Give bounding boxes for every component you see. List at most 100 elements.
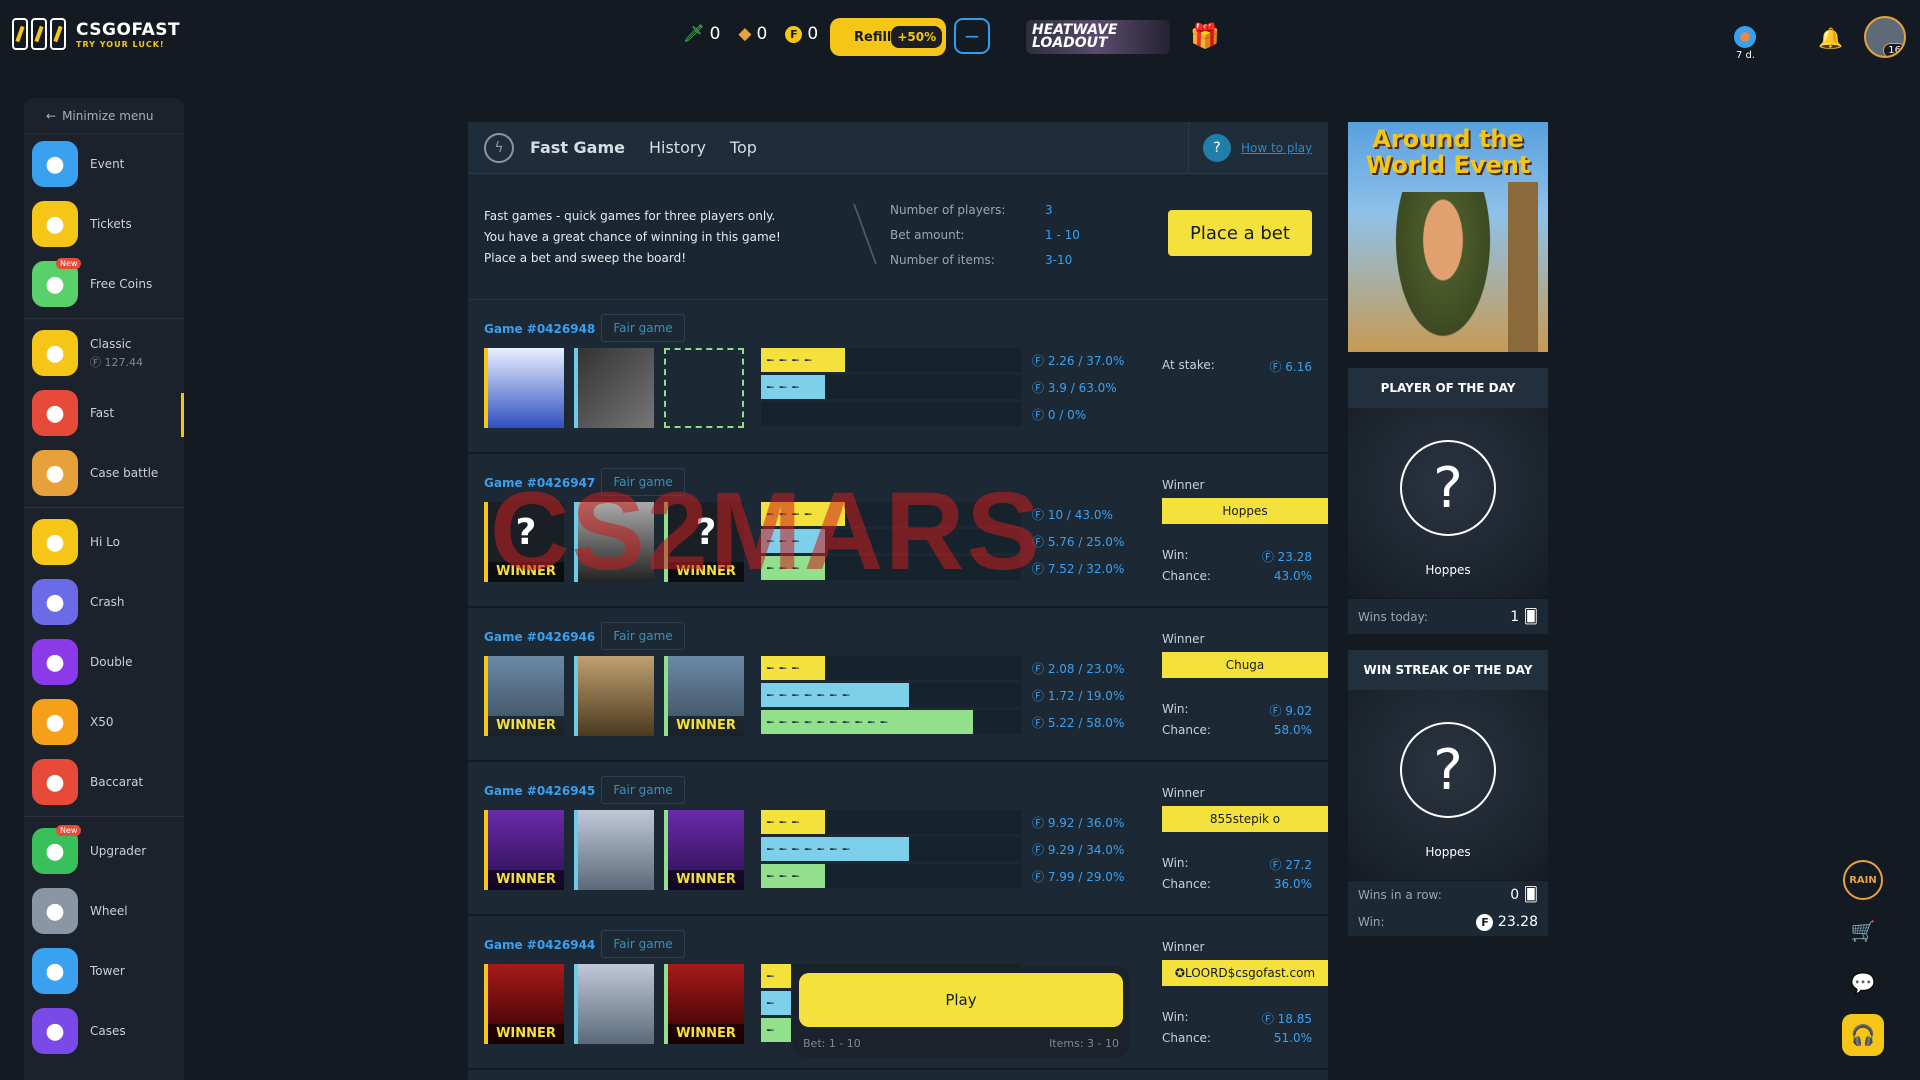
sidebar-item-upgrader[interactable]: ● Upgrader New [24,821,184,881]
player-avatar[interactable] [484,348,564,428]
tab-history[interactable]: History [649,138,706,157]
player-avatar[interactable]: WINNER [484,810,564,890]
players: WINNER WINNER [484,656,744,736]
how-to-play[interactable]: ? How to play [1188,122,1328,174]
game-id[interactable]: Game #0426945 [484,784,595,798]
fair-game-button[interactable]: Fair game [601,468,685,496]
refill-button[interactable]: Refill +50% [830,18,946,56]
promo-banner[interactable]: HEATWAVE LOADOUT [1026,20,1170,54]
sidebar-item-cases[interactable]: ● Cases [24,1001,184,1061]
player-avatar[interactable]: ? WINNER [664,502,744,582]
rain-button[interactable]: RAIN [1843,860,1883,900]
winner-name[interactable]: 855stepik o [1162,806,1328,832]
weapon-icon: ╾ [767,353,774,367]
items-range: 3-10 [1045,253,1073,267]
weapon-icon: ╾ [792,353,799,367]
weapon-icon: ╾ [830,688,837,702]
event-banner[interactable]: Around the World Event [1348,122,1548,352]
player-avatar[interactable]: WINNER [484,656,564,736]
fair-game-button[interactable]: Fair game [601,622,685,650]
winner-tag: WINNER [668,562,744,582]
how-to-play-link[interactable]: How to play [1241,141,1312,155]
event-title: Around the World Event [1365,125,1531,179]
support-icon[interactable]: 🎧 [1842,1014,1884,1056]
player-avatar[interactable]: ? WINNER [484,502,564,582]
bet-range: 1 - 10 [1045,228,1080,242]
player-stats: Ⓕ 2.26 / 37.0% Ⓕ 3.9 / 63.0% Ⓕ 0 / 0% [1032,348,1124,429]
player-avatar[interactable] [574,810,654,890]
sidebar-item-x50[interactable]: ● X50 [24,692,184,752]
player-avatar[interactable]: WINNER [484,964,564,1044]
item-bar: ╾ ╾ ╾ ╾ ╾ ╾ ╾ [761,837,909,861]
item-row: ╾ ╾ ╾ [761,375,1021,399]
item-bar: ╾ ╾ ╾ [761,375,825,399]
player-avatar[interactable]: WINNER [664,964,744,1044]
rain-timer: 7 d. [1736,50,1756,61]
player-stat: Ⓕ 1.72 / 19.0% [1032,689,1125,703]
cart-icon[interactable]: 🛒 [1842,910,1884,952]
player-stat: Ⓕ 7.99 / 29.0% [1032,870,1125,884]
item-bar: ╾ ╾ ╾ [761,556,825,580]
item-bar: ╾ ╾ ╾ [761,656,825,680]
place-bet-button[interactable]: Place a bet [1168,210,1312,256]
rain-icon[interactable] [1734,26,1756,48]
gift-icon[interactable]: 🎁 [1190,22,1220,50]
tab-top[interactable]: Top [730,138,757,157]
player-avatar[interactable] [574,964,654,1044]
fair-game-button[interactable]: Fair game [601,930,685,958]
item-row [761,402,1021,426]
sidebar-item-tower[interactable]: ● Tower [24,941,184,1001]
player-avatar[interactable] [574,656,654,736]
winner-tag: WINNER [488,562,564,582]
player-avatar[interactable]: WINNER [664,656,744,736]
winner-tag: WINNER [668,1024,744,1044]
sidebar-item-classic[interactable]: ● Classic Ⓕ 127.44 [24,323,184,383]
sidebar-item-free-coins[interactable]: ● Free Coins New [24,254,184,314]
sidebar-item-wheel[interactable]: ● Wheel [24,881,184,941]
play-button[interactable]: Play [799,973,1123,1027]
player-stat: Ⓕ 5.76 / 25.0% [1032,535,1125,549]
player-avatar[interactable] [574,502,654,582]
fair-game-button[interactable]: Fair game [601,776,685,804]
fair-game-button[interactable]: Fair game [601,314,685,342]
tower-icon: ● [32,948,78,994]
weapon-icon: ╾ [792,561,799,575]
winner-name[interactable]: ✪LOORD$csgofast.com [1162,960,1328,986]
site-logo[interactable]: CSGOFAST TRY YOUR LUCK! [12,18,180,50]
sidebar-item-double[interactable]: ● Double [24,632,184,692]
winner-name[interactable]: Hoppes [1162,498,1328,524]
tab-fast-game[interactable]: Fast Game [530,138,625,157]
chat-icon[interactable]: 💬 [1842,962,1884,1004]
game-id[interactable]: Game #0426946 [484,630,595,644]
sidebar-item-hi-lo[interactable]: ● Hi Lo [24,512,184,572]
sidebar-item-tickets[interactable]: ● Tickets [24,194,184,254]
x50-icon: ● [32,699,78,745]
item-row: ╾ ╾ ╾ ╾ [761,348,1021,372]
player-avatar[interactable] [574,348,654,428]
player-avatar[interactable]: WINNER [664,810,744,890]
players [484,348,744,428]
player-stat: Ⓕ 9.29 / 34.0% [1032,843,1125,857]
game-id[interactable]: Game #0426944 [484,938,595,952]
sidebar-item-event[interactable]: ● Event [24,134,184,194]
play-items-range: Items: 3 - 10 [1049,1037,1119,1050]
player-of-the-day: PLAYER OF THE DAY ? Hoppes Wins today: 1… [1348,368,1548,634]
minimize-menu-button[interactable]: ← Minimize menu [24,98,184,134]
unknown-avatar-icon: ? [1400,440,1496,536]
sidebar-item-baccarat[interactable]: ● Baccarat [24,752,184,812]
game-id[interactable]: Game #0426948 [484,322,595,336]
avatar[interactable]: 16 [1864,16,1906,58]
weapon-icon: ╾ [792,534,799,548]
wins-in-row: 0 🂠 [1510,886,1538,903]
bell-icon[interactable]: 🔔 [1818,26,1843,50]
winner-name[interactable]: Chuga [1162,652,1328,678]
weapon-icon: ╾ [792,715,799,729]
sidebar-item-fast[interactable]: ● Fast [24,383,184,443]
withdraw-button[interactable]: − [954,18,990,54]
sidebar-item-case-battle[interactable]: ● Case battle [24,443,184,503]
streak-win: F 23.28 [1476,913,1538,931]
item-row: ╾ ╾ ╾ [761,529,1021,553]
game-id[interactable]: Game #0426947 [484,476,595,490]
balances: 🗡 0 ◆ 0 F0 [683,24,818,44]
sidebar-item-crash[interactable]: ● Crash [24,572,184,632]
